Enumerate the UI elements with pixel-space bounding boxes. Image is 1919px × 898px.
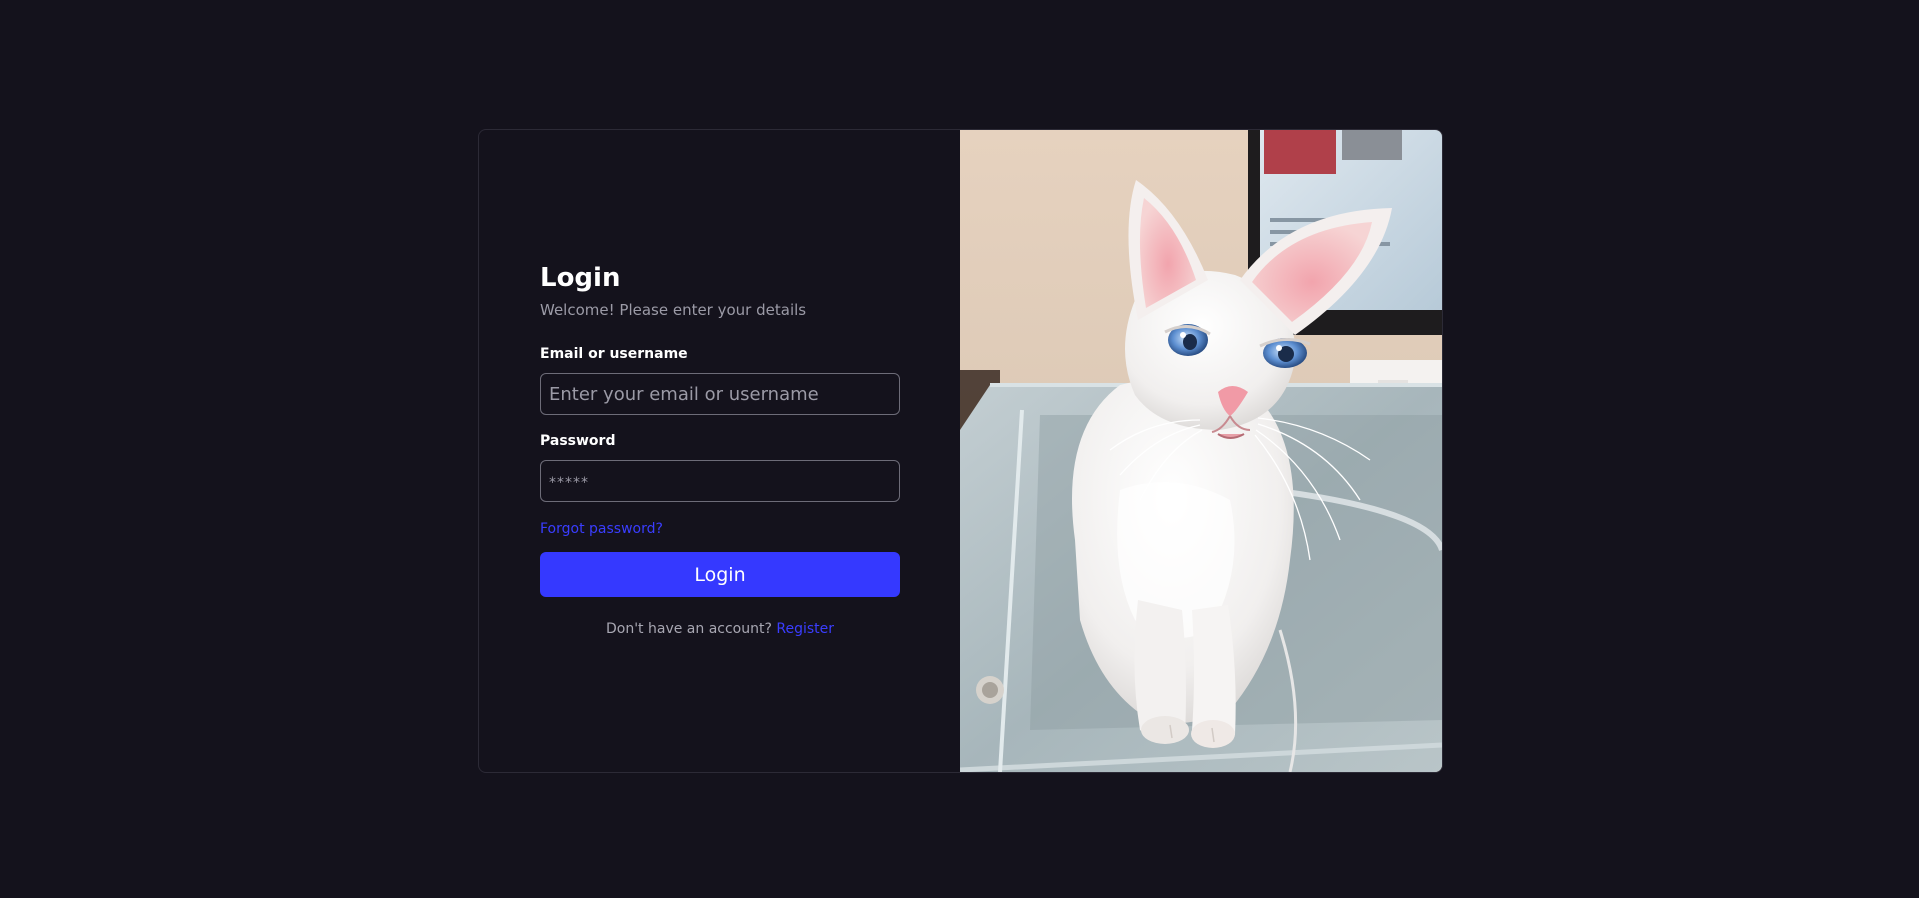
login-form-panel: Login Welcome! Please enter your details…	[479, 130, 960, 772]
login-form: Login Welcome! Please enter your details…	[540, 262, 900, 638]
password-label: Password	[540, 433, 616, 449]
email-label: Email or username	[540, 346, 688, 362]
email-field[interactable]	[540, 373, 900, 415]
cat-photo	[960, 130, 1442, 772]
page-subtitle: Welcome! Please enter your details	[540, 301, 807, 319]
register-link[interactable]: Register	[776, 621, 834, 637]
page-title: Login	[540, 263, 621, 293]
cat-photo-illustration	[960, 130, 1442, 772]
login-button[interactable]: Login	[540, 552, 900, 597]
login-card: Login Welcome! Please enter your details…	[478, 129, 1443, 773]
register-prompt-line: Don't have an account? Register	[540, 620, 900, 638]
register-prompt-text: Don't have an account?	[605, 621, 772, 637]
forgot-password-link[interactable]: Forgot password?	[540, 520, 663, 538]
password-field[interactable]	[540, 460, 900, 502]
